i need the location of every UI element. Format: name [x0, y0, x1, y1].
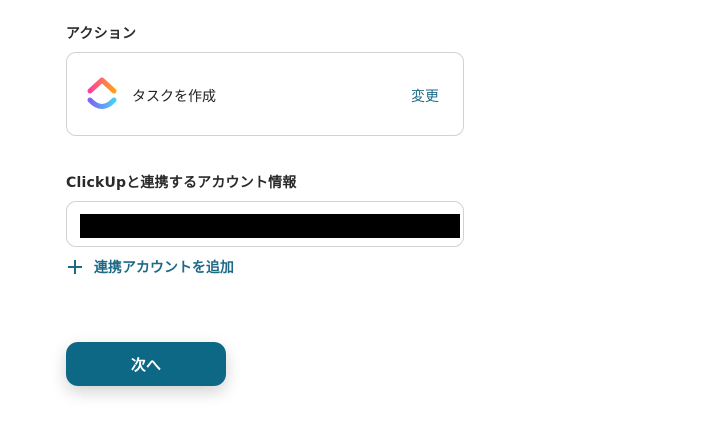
account-select-field[interactable] [66, 201, 464, 247]
redacted-account-value [80, 214, 460, 238]
plus-icon [66, 258, 84, 276]
action-name: タスクを作成 [132, 89, 216, 105]
action-card[interactable]: タスクを作成 変更 [66, 52, 464, 136]
clickup-logo-icon [87, 77, 117, 109]
action-section-label: アクション [66, 26, 137, 42]
add-account-label: 連携アカウントを追加 [94, 260, 234, 276]
account-section-label: ClickUpと連携するアカウント情報 [66, 175, 297, 191]
add-account-link[interactable]: 連携アカウントを追加 [66, 256, 234, 278]
change-action-link[interactable]: 変更 [411, 86, 439, 106]
next-button[interactable]: 次へ [66, 342, 226, 386]
